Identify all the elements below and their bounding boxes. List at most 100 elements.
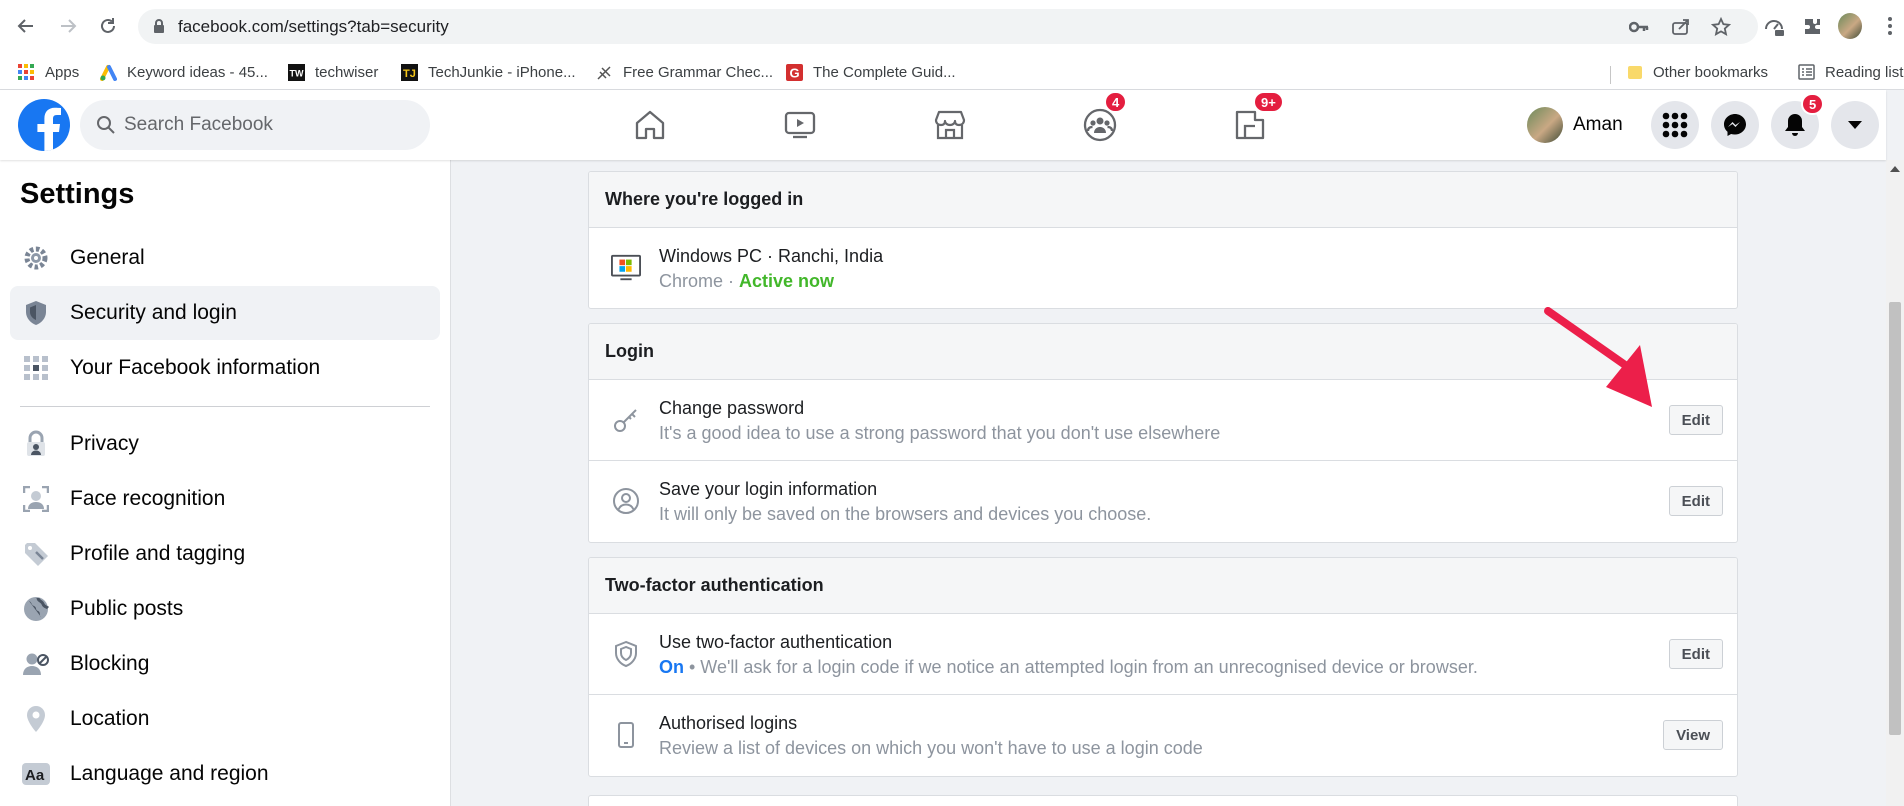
bookmark-separator [1610, 66, 1611, 84]
two-factor-status: On [659, 657, 684, 677]
bookmark-other-bookmarks[interactable]: Other bookmarks [1626, 62, 1768, 82]
save-login-info-row[interactable]: Save your login information It will only… [589, 461, 1737, 542]
sidebar-item-location[interactable]: Location [10, 692, 440, 746]
svg-text:TW: TW [290, 68, 304, 78]
sidebar-item-label: Profile and tagging [70, 542, 246, 565]
sidebar-item-language-and-region[interactable]: Aa Language and region [10, 747, 440, 801]
section-header: Where you're logged in [589, 172, 1737, 228]
tag-icon [22, 540, 50, 568]
gear-icon [22, 244, 50, 272]
reload-icon [101, 18, 115, 33]
scroll-up-arrow-icon[interactable] [1890, 166, 1900, 172]
change-password-title: Change password [659, 398, 805, 418]
sidebar-item-profile-and-tagging[interactable]: Profile and tagging [10, 527, 440, 581]
bookmark-techjunkie[interactable]: TJ TechJunkie - iPhone... [401, 62, 576, 82]
chrome-profile-avatar[interactable] [1838, 13, 1862, 39]
section-header: Two-factor authentication [589, 558, 1737, 614]
user-circle-icon [611, 486, 641, 516]
messenger-icon [1724, 114, 1746, 136]
sidebar-item-face-recognition[interactable]: Face recognition [10, 472, 440, 526]
sidebar-item-label: General [70, 246, 145, 269]
bookmark-label: Keyword ideas - 45... [127, 63, 268, 81]
bookmark-complete-guide[interactable]: G The Complete Guid... [786, 62, 956, 82]
change-password-edit-button[interactable]: Edit [1668, 405, 1723, 435]
authorised-logins-row[interactable]: Authorised logins Review a list of devic… [589, 695, 1737, 776]
reload-button[interactable] [94, 12, 122, 40]
nav-home[interactable] [625, 101, 675, 149]
bookmark-keyword-ideas[interactable]: Keyword ideas - 45... [100, 62, 268, 82]
sidebar-item-label: Security and login [70, 301, 237, 324]
windows-pc-icon [611, 253, 641, 283]
sidebar-title: Settings [20, 178, 135, 210]
two-factor-edit-button[interactable]: Edit [1668, 639, 1723, 669]
two-factor-row[interactable]: Use two-factor authentication On • We'll… [589, 614, 1737, 695]
nav-gaming[interactable]: 9+ [1225, 91, 1284, 149]
where-logged-in-section: Where you're logged in Windows PC · Ranc… [588, 171, 1738, 309]
url-text[interactable]: facebook.com/settings?tab=security [178, 17, 449, 37]
nav-marketplace[interactable] [925, 101, 975, 149]
sidebar-item-blocking[interactable]: Blocking [10, 637, 440, 691]
lock-icon [22, 430, 50, 458]
save-login-edit-button[interactable]: Edit [1668, 486, 1723, 516]
change-password-row[interactable]: Change password It's a good idea to use … [589, 380, 1737, 461]
two-factor-title: Use two-factor authentication [659, 632, 893, 652]
chrome-menu-icon[interactable] [1878, 14, 1902, 38]
bookmark-label: Other bookmarks [1653, 63, 1769, 81]
page-scrollbar[interactable] [1886, 160, 1904, 806]
messenger-button[interactable] [1711, 101, 1759, 149]
reading-list[interactable]: Reading list [1798, 62, 1903, 82]
profile-shortcut[interactable]: Aman [1527, 104, 1623, 146]
sidebar-item-general[interactable]: General [10, 231, 440, 285]
authorised-logins-subtitle: Review a list of devices on which you wo… [659, 738, 1203, 758]
sidebar-divider [20, 406, 430, 407]
bell-icon [1785, 114, 1805, 136]
section-header: Login [589, 324, 1737, 380]
bookmark-apps[interactable]: Apps [18, 62, 79, 82]
sidebar-item-label: Location [70, 707, 150, 730]
bookmarks-bar: Apps Keyword ideas - 45... TW techwiser … [0, 54, 1904, 90]
session-browser-name: Chrome · [659, 271, 740, 291]
apps-menu-icon [1662, 112, 1688, 138]
svg-text:G: G [790, 65, 800, 80]
bookmark-grammar[interactable]: Free Grammar Chec... [596, 62, 773, 82]
bookmark-techwiser[interactable]: TW techwiser [288, 62, 378, 82]
g-logo-icon: G [786, 63, 803, 81]
facebook-logo-icon[interactable] [18, 99, 70, 151]
sidebar-item-label: Face recognition [70, 487, 226, 510]
svg-text:TJ: TJ [403, 68, 416, 80]
notifications-button[interactable]: 5 [1771, 93, 1825, 149]
sidebar-item-label: Your Facebook information [70, 356, 321, 379]
extensions-puzzle-icon[interactable] [1800, 14, 1824, 38]
forward-arrow-icon [61, 19, 77, 33]
sidebar-item-public-posts[interactable]: Public posts [10, 582, 440, 636]
star-icon[interactable] [1710, 17, 1732, 37]
mobile-phone-icon [611, 720, 641, 750]
speed-gauge-icon[interactable] [1762, 14, 1786, 38]
session-row[interactable]: Windows PC · Ranchi, India Chrome · Acti… [589, 228, 1737, 308]
forward-button[interactable] [54, 12, 82, 40]
menu-button[interactable] [1651, 101, 1699, 149]
nav-groups[interactable]: 4 [1075, 91, 1128, 149]
notifications-badge: 5 [1801, 93, 1825, 115]
active-now-status: Active now [739, 271, 835, 291]
groups-badge: 4 [1104, 91, 1128, 113]
sidebar-item-your-facebook-information[interactable]: Your Facebook information [10, 341, 440, 395]
sidebar-item-security-and-login[interactable]: Security and login [10, 286, 440, 340]
back-button[interactable] [12, 12, 40, 40]
techwiser-icon: TW [288, 63, 305, 81]
authorised-logins-view-button[interactable]: View [1663, 720, 1723, 750]
address-bar[interactable]: facebook.com/settings?tab=security [138, 9, 1758, 44]
key-icon[interactable] [1628, 17, 1650, 37]
svg-text:Aa: Aa [25, 767, 45, 784]
gaming-badge: 9+ [1253, 91, 1284, 113]
nav-watch[interactable] [775, 101, 825, 149]
bookmark-label: The Complete Guid... [813, 63, 956, 81]
sidebar-item-privacy[interactable]: Privacy [10, 417, 440, 471]
scrollbar-thumb[interactable] [1889, 302, 1901, 735]
search-input[interactable] [124, 100, 414, 150]
facebook-search[interactable] [80, 100, 430, 150]
share-icon[interactable] [1670, 17, 1692, 37]
grid-dots-icon [22, 354, 50, 382]
account-button[interactable] [1831, 101, 1879, 149]
change-password-subtitle: It's a good idea to use a strong passwor… [659, 423, 1221, 443]
